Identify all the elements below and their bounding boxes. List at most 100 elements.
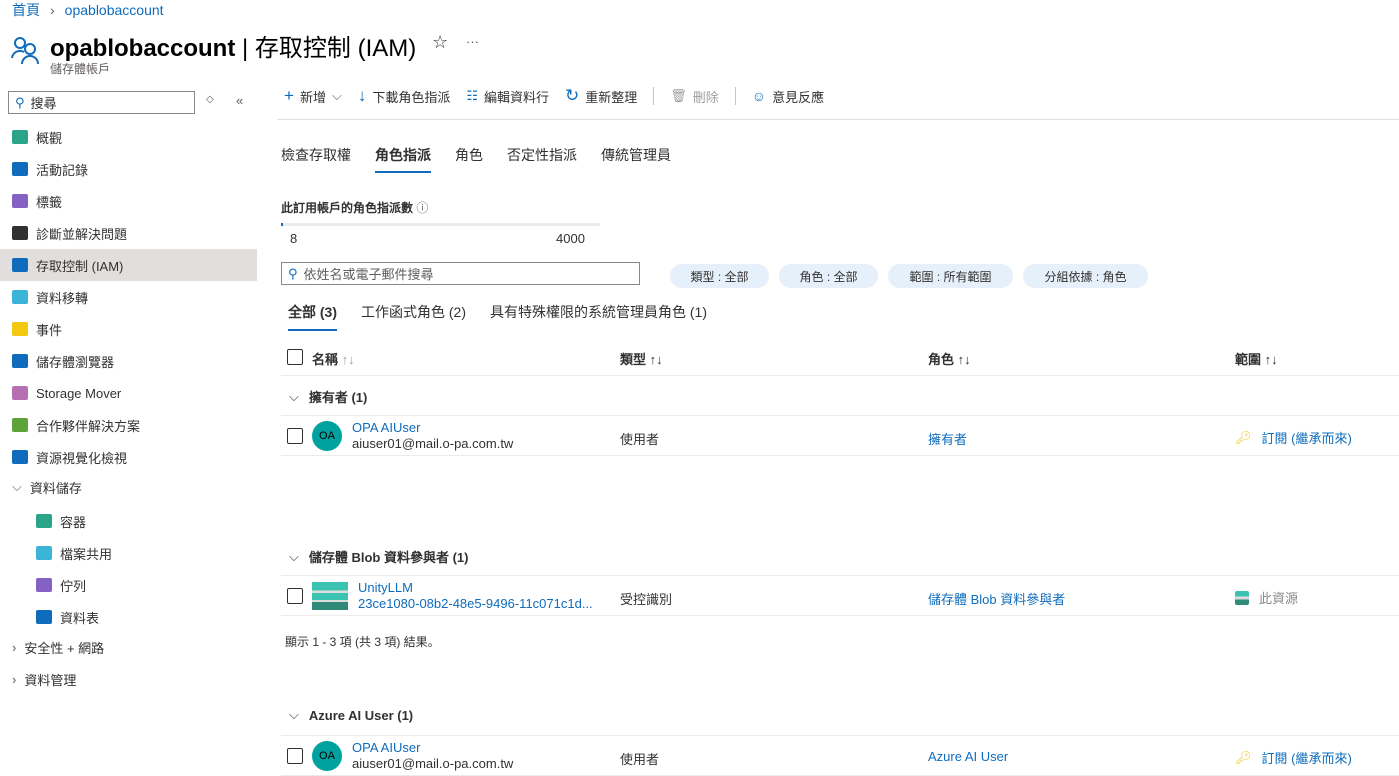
sidebar-item[interactable]: 存取控制 (IAM) [0, 249, 257, 281]
subtab-job-roles[interactable]: 工作函式角色 (2) [361, 302, 466, 331]
tab-check-access[interactable]: 檢查存取權 [281, 145, 351, 173]
edit-columns-button[interactable]: ☷ 編輯資料行 [466, 87, 549, 106]
more-button[interactable]: ··· [466, 34, 479, 49]
resource-type: 儲存體帳戶 [50, 62, 111, 76]
row-checkbox[interactable] [287, 748, 303, 764]
tab-role-assignments[interactable]: 角色指派 [375, 145, 431, 173]
chevron-right-icon: › [12, 671, 17, 687]
sidebar-item[interactable]: 合作夥伴解決方案 [0, 409, 257, 441]
quota-used: 8 [290, 231, 298, 246]
sidebar-item[interactable]: 資料移轉 [0, 281, 257, 313]
toolbar: + 新增 ⌵ ↓ 下載角色指派 ☷ 編輯資料行 ↻ 重新整理 🗑 刪除 ☺ 意見反應 [284, 86, 824, 106]
feedback-button[interactable]: ☺ 意見反應 [752, 87, 824, 106]
principal-detail: 23ce1080-08b2-48e5-9496-11c071c1d... [358, 596, 593, 611]
refresh-icon: ↻ [565, 86, 580, 105]
col-type[interactable]: 類型 ↑↓ [620, 349, 663, 368]
tab-classic-admins[interactable]: 傳統管理員 [601, 145, 671, 173]
tab-deny-assignments[interactable]: 否定性指派 [507, 145, 577, 173]
sidebar-icon [36, 546, 52, 560]
principal-type: 使用者 [620, 432, 660, 447]
chevron-right-icon: › [12, 639, 17, 655]
sidebar-item[interactable]: 儲存體瀏覽器 [0, 345, 257, 377]
collapse-sidebar-icon[interactable]: « [236, 93, 243, 108]
col-scope[interactable]: 範圍 ↑↓ [1235, 349, 1278, 368]
group-by[interactable]: 分組依據 : 角色 [1023, 264, 1148, 288]
subtab-all[interactable]: 全部 (3) [288, 302, 337, 331]
sidebar-group-data-management[interactable]: › 資料管理 [0, 663, 257, 695]
sidebar-icon [36, 578, 52, 592]
sidebar-item[interactable]: Storage Mover [0, 377, 257, 409]
group-row[interactable]: ⌵ 儲存體 Blob 資料參與者 (1) [281, 536, 1399, 576]
sidebar-item[interactable]: 診斷並解決問題 [0, 217, 257, 249]
principal-name[interactable]: UnityLLM [358, 580, 413, 595]
filter-role[interactable]: 角色 : 全部 [779, 264, 878, 288]
divider [734, 87, 736, 105]
sidebar-group-data-storage[interactable]: ⌵ 資料儲存 [0, 471, 257, 503]
principal-type: 受控識別 [620, 592, 673, 607]
role-link[interactable]: 擁有者 [928, 429, 967, 448]
chevron-down-icon: ⌵ [289, 388, 299, 404]
quota-progress [281, 223, 600, 226]
sidebar-subitem[interactable]: 資料表 [0, 601, 257, 633]
sidebar-icon [12, 226, 28, 240]
col-name[interactable]: 名稱 ↑↓ [312, 349, 355, 368]
avatar: OA [312, 741, 342, 771]
name-search-input[interactable]: ⚲ 依姓名或電子郵件搜尋 [281, 262, 640, 285]
sidebar-icon [12, 450, 28, 464]
quota-max: 4000 [556, 231, 585, 246]
divider [653, 87, 655, 105]
group-row[interactable]: ⌵ 擁有者 (1) [281, 376, 1399, 416]
subtabs: 全部 (3) 工作函式角色 (2) 具有特殊權限的系統管理員角色 (1) [288, 302, 707, 331]
sidebar-icon [12, 162, 28, 176]
scope-cell[interactable]: 🔑︎ 訂閱 (繼承而來) [1235, 428, 1352, 447]
table-row: OA OPA AIUser aiuser01@mail.o-pa.com.tw … [281, 736, 1399, 776]
sidebar-search[interactable]: ⚲ 搜尋 [8, 91, 195, 114]
sidebar-item[interactable]: 標籤 [0, 185, 257, 217]
table-row: UnityLLM 23ce1080-08b2-48e5-9496-11c071c… [281, 576, 1399, 616]
download-button[interactable]: ↓ 下載角色指派 [358, 86, 451, 106]
iam-icon [11, 37, 39, 65]
principal-name[interactable]: OPA AIUser [352, 740, 420, 755]
sidebar-icon [12, 418, 28, 432]
group-row[interactable]: ⌵ Azure AI User (1) [281, 696, 1399, 736]
sidebar-subitem[interactable]: 檔案共用 [0, 537, 257, 569]
key-icon: 🔑︎ [1235, 749, 1252, 765]
trash-icon: 🗑 [670, 88, 687, 103]
subtab-privileged-roles[interactable]: 具有特殊權限的系統管理員角色 (1) [490, 302, 707, 331]
breadcrumb-home[interactable]: 首頁 [12, 0, 40, 20]
principal-detail: aiuser01@mail.o-pa.com.tw [352, 436, 514, 451]
refresh-button[interactable]: ↻ 重新整理 [565, 86, 637, 106]
role-link[interactable]: 儲存體 Blob 資料參與者 [928, 589, 1065, 608]
filter-scope[interactable]: 範圍 : 所有範圍 [888, 264, 1013, 288]
plus-icon: + [284, 86, 294, 105]
delete-button[interactable]: 🗑 刪除 [670, 87, 719, 106]
avatar: OA [312, 421, 342, 451]
table-row: OA OPA AIUser aiuser01@mail.o-pa.com.tw … [281, 416, 1399, 456]
sidebar-item[interactable]: 概觀 [0, 121, 257, 153]
scope-cell[interactable]: 🔑︎ 訂閱 (繼承而來) [1235, 748, 1352, 767]
filter-type[interactable]: 類型 : 全部 [670, 264, 769, 288]
sort-icon[interactable]: ◇ [206, 94, 214, 105]
row-checkbox[interactable] [287, 588, 303, 604]
sidebar-icon [12, 386, 28, 400]
chevron-down-icon: ⌵ [289, 548, 299, 564]
search-icon: ⚲ [288, 265, 298, 281]
sidebar-subitem[interactable]: 佇列 [0, 569, 257, 601]
principal-name[interactable]: OPA AIUser [352, 420, 420, 435]
table-header: 名稱 ↑↓ 類型 ↑↓ 角色 ↑↓ 範圍 ↑↓ [281, 338, 1399, 376]
principal-type: 使用者 [620, 752, 660, 767]
select-all-checkbox[interactable] [287, 349, 303, 365]
breadcrumb-current[interactable]: opablobaccount [65, 2, 164, 18]
sidebar-group-security[interactable]: › 安全性 + 網路 [0, 631, 257, 663]
sidebar-subitem[interactable]: 容器 [0, 505, 257, 537]
add-button[interactable]: + 新增 ⌵ [284, 86, 342, 106]
row-checkbox[interactable] [287, 428, 303, 444]
sidebar-item[interactable]: 事件 [0, 313, 257, 345]
favorite-star-icon[interactable]: ☆ [432, 32, 448, 53]
sidebar-item[interactable]: 資源視覺化檢視 [0, 441, 257, 473]
result-count: 顯示 1 - 3 項 (共 3 項) 結果。 [285, 635, 440, 649]
tab-roles[interactable]: 角色 [455, 145, 483, 173]
col-role[interactable]: 角色 ↑↓ [928, 349, 971, 368]
role-link[interactable]: Azure AI User [928, 749, 1008, 764]
sidebar-item[interactable]: 活動記錄 [0, 153, 257, 185]
